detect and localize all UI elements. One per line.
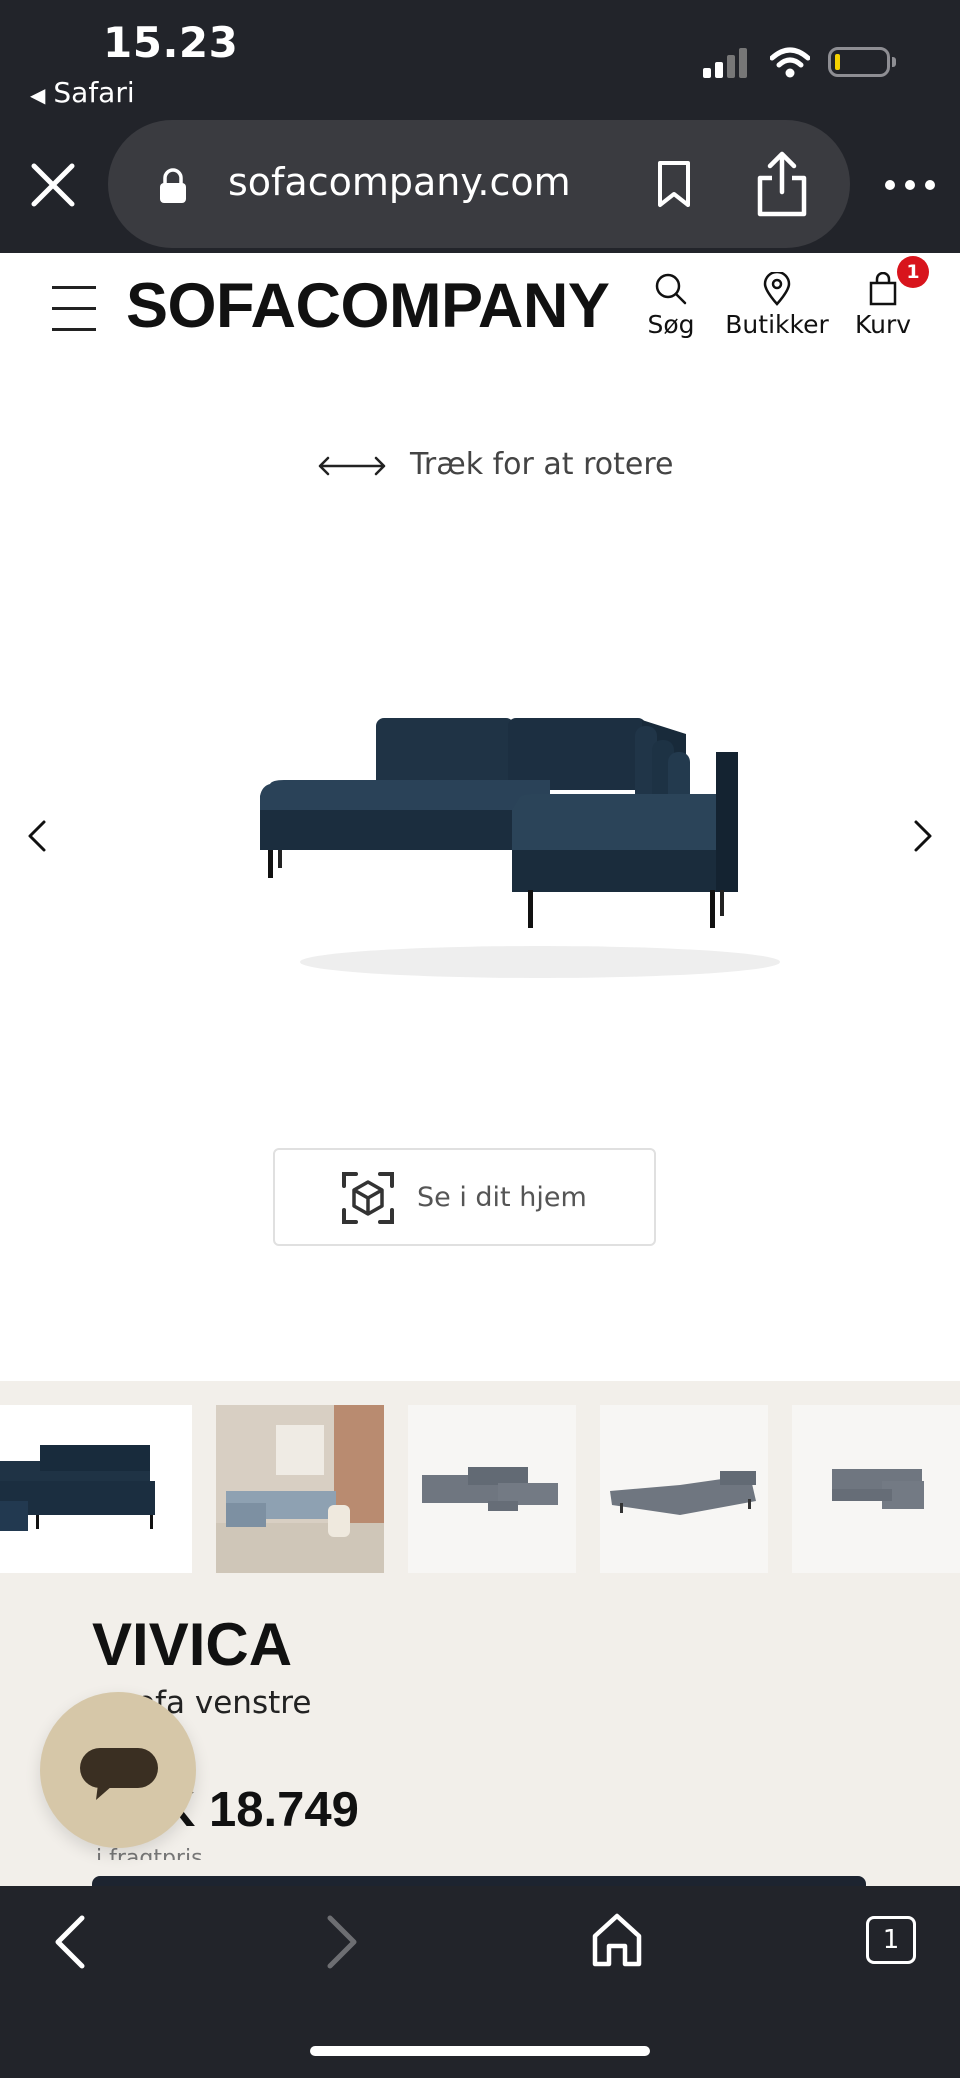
thumbnail-2[interactable] bbox=[216, 1405, 384, 1573]
home-icon[interactable] bbox=[590, 1910, 644, 1970]
bookmark-icon[interactable] bbox=[656, 160, 692, 208]
stores-button[interactable]: Butikker bbox=[722, 272, 832, 339]
thumbnail-5[interactable] bbox=[792, 1405, 960, 1573]
chat-button[interactable] bbox=[40, 1692, 196, 1848]
site-logo[interactable]: SOFACOMPANY bbox=[126, 270, 610, 342]
back-icon[interactable] bbox=[52, 1912, 88, 1972]
menu-icon[interactable] bbox=[52, 286, 96, 332]
back-app-label: Safari bbox=[53, 76, 135, 109]
rotate-arrows-icon bbox=[318, 456, 386, 475]
lock-icon bbox=[160, 168, 186, 203]
location-pin-icon bbox=[763, 272, 791, 306]
wifi-icon bbox=[770, 47, 810, 78]
forward-icon[interactable] bbox=[324, 1912, 360, 1972]
price-note: i fragtpris bbox=[96, 1846, 203, 1860]
tabs-button[interactable]: 1 bbox=[866, 1916, 916, 1964]
more-options-icon[interactable] bbox=[880, 170, 940, 200]
thumbnail-4[interactable] bbox=[600, 1405, 768, 1573]
cart-count-badge: 1 bbox=[897, 256, 929, 288]
thumbnail-3[interactable] bbox=[408, 1405, 576, 1573]
back-triangle-icon: ◀ bbox=[30, 83, 46, 107]
share-icon[interactable] bbox=[754, 150, 810, 218]
close-icon[interactable] bbox=[26, 158, 80, 212]
stores-label: Butikker bbox=[725, 310, 829, 339]
signal-icon bbox=[703, 48, 749, 78]
search-icon bbox=[655, 273, 687, 305]
next-image-arrow[interactable] bbox=[908, 818, 938, 854]
ar-cube-icon bbox=[342, 1172, 394, 1224]
battery-icon bbox=[828, 47, 896, 77]
rotate-hint-text: Træk for at rotere bbox=[410, 447, 674, 482]
product-name: VIVICA bbox=[92, 1611, 293, 1678]
shopping-bag-icon bbox=[869, 272, 897, 306]
thumbnail-1[interactable] bbox=[0, 1405, 192, 1573]
product-3d-view[interactable] bbox=[240, 700, 800, 990]
back-to-app-link[interactable]: ◀ Safari bbox=[30, 76, 135, 109]
rotate-hint: Træk for at rotere bbox=[316, 447, 673, 482]
chat-icon bbox=[80, 1748, 158, 1800]
cart-label: Kurv bbox=[854, 310, 912, 339]
search-label: Søg bbox=[647, 310, 695, 339]
status-time: 15.23 bbox=[103, 18, 239, 67]
ar-button-label: Se i dit hjem bbox=[417, 1182, 587, 1213]
home-indicator bbox=[310, 2046, 650, 2056]
previous-image-arrow[interactable] bbox=[22, 818, 52, 854]
url-text[interactable]: sofacompany.com bbox=[228, 160, 571, 204]
search-button[interactable]: Søg bbox=[640, 272, 702, 339]
